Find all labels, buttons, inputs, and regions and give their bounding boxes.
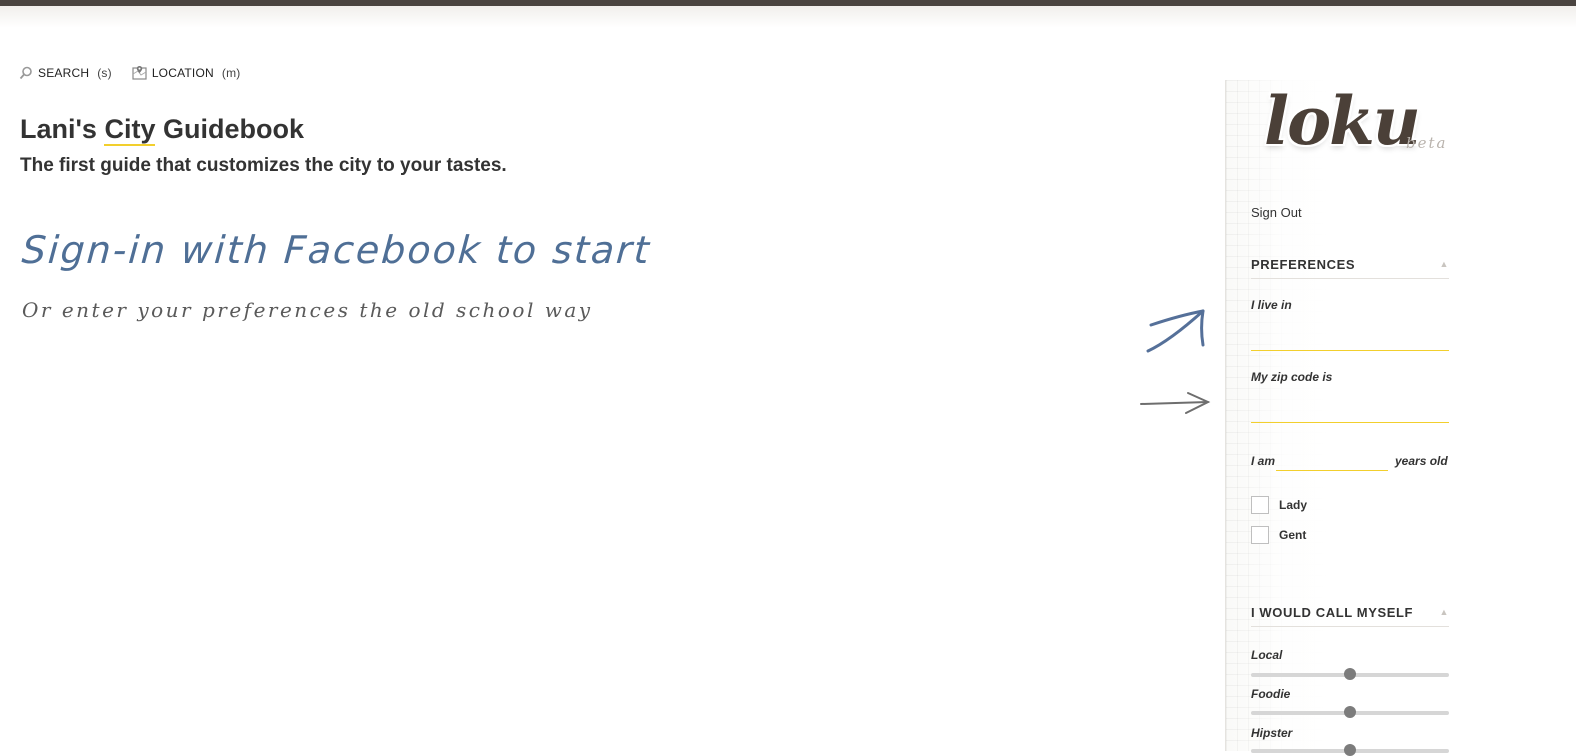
location-label: LOCATION <box>151 65 214 80</box>
gent-label: Gent <box>1279 528 1307 542</box>
age-row: I am years old <box>1251 452 1449 474</box>
location-shortcut: (m) <box>221 65 241 80</box>
top-banner <box>0 6 1576 28</box>
call-myself-heading: I WOULD CALL MYSELF ▲ <box>1251 605 1449 627</box>
search-label: SEARCH <box>38 65 90 80</box>
search-icon <box>19 66 32 79</box>
page-tagline: The first guide that customizes the city… <box>20 155 507 176</box>
hipster-label: Hipster <box>1251 726 1293 740</box>
sign-out-link[interactable]: Sign Out <box>1251 205 1302 220</box>
local-label: Local <box>1251 648 1283 662</box>
lady-checkbox[interactable] <box>1251 496 1269 514</box>
search-shortcut: (s) <box>97 65 112 80</box>
lady-label: Lady <box>1279 498 1308 512</box>
age-suffix: years old <box>1395 454 1448 468</box>
preferences-heading: PREFERENCES ▲ <box>1251 257 1449 279</box>
arrow-right-icon <box>1140 392 1211 414</box>
age-input[interactable] <box>1276 452 1388 471</box>
foodie-slider[interactable] <box>1251 706 1449 718</box>
page-title: Lani's City Guidebook <box>20 114 304 146</box>
collapse-preferences-icon[interactable]: ▲ <box>1439 259 1449 269</box>
preferences-heading-text: PREFERENCES <box>1251 257 1356 272</box>
title-city: City <box>104 114 156 146</box>
title-prefix: Lani's <box>20 114 97 144</box>
title-suffix: Guidebook <box>163 114 304 144</box>
live-in-input[interactable] <box>1251 330 1449 351</box>
top-nav: SEARCH (s) LOCATION (m) <box>19 65 240 80</box>
collapse-call-myself-icon[interactable]: ▲ <box>1439 607 1449 617</box>
facebook-signin-link[interactable]: Sign-in with Facebook to start <box>20 228 652 272</box>
loku-logo: loku <box>1264 82 1421 160</box>
gender-gent-option[interactable]: Gent <box>1251 526 1306 544</box>
oldschool-hint: Or enter your preferences the old school… <box>22 298 593 322</box>
age-prefix: I am <box>1251 454 1276 468</box>
zip-label: My zip code is <box>1251 370 1333 384</box>
beta-badge: beta <box>1406 134 1448 152</box>
local-slider[interactable] <box>1251 668 1449 680</box>
arrow-up-right-icon <box>1146 309 1205 353</box>
call-myself-heading-text: I WOULD CALL MYSELF <box>1251 605 1414 620</box>
live-in-label: I live in <box>1251 298 1292 312</box>
preferences-sidebar: loku beta Sign Out PREFERENCES ▲ I live … <box>1225 80 1486 756</box>
hipster-slider[interactable] <box>1251 744 1449 756</box>
sidebar-content: loku beta Sign Out PREFERENCES ▲ I live … <box>1226 80 1486 756</box>
gent-checkbox[interactable] <box>1251 526 1269 544</box>
location-link[interactable]: LOCATION (m) <box>132 65 241 80</box>
foodie-slider-thumb[interactable] <box>1344 706 1356 718</box>
hipster-slider-thumb[interactable] <box>1344 744 1356 756</box>
gender-lady-option[interactable]: Lady <box>1251 496 1307 514</box>
foodie-label: Foodie <box>1251 687 1291 701</box>
local-slider-thumb[interactable] <box>1344 668 1356 680</box>
search-link[interactable]: SEARCH (s) <box>19 65 112 80</box>
zip-code-input[interactable] <box>1251 402 1449 423</box>
map-icon <box>132 66 147 80</box>
